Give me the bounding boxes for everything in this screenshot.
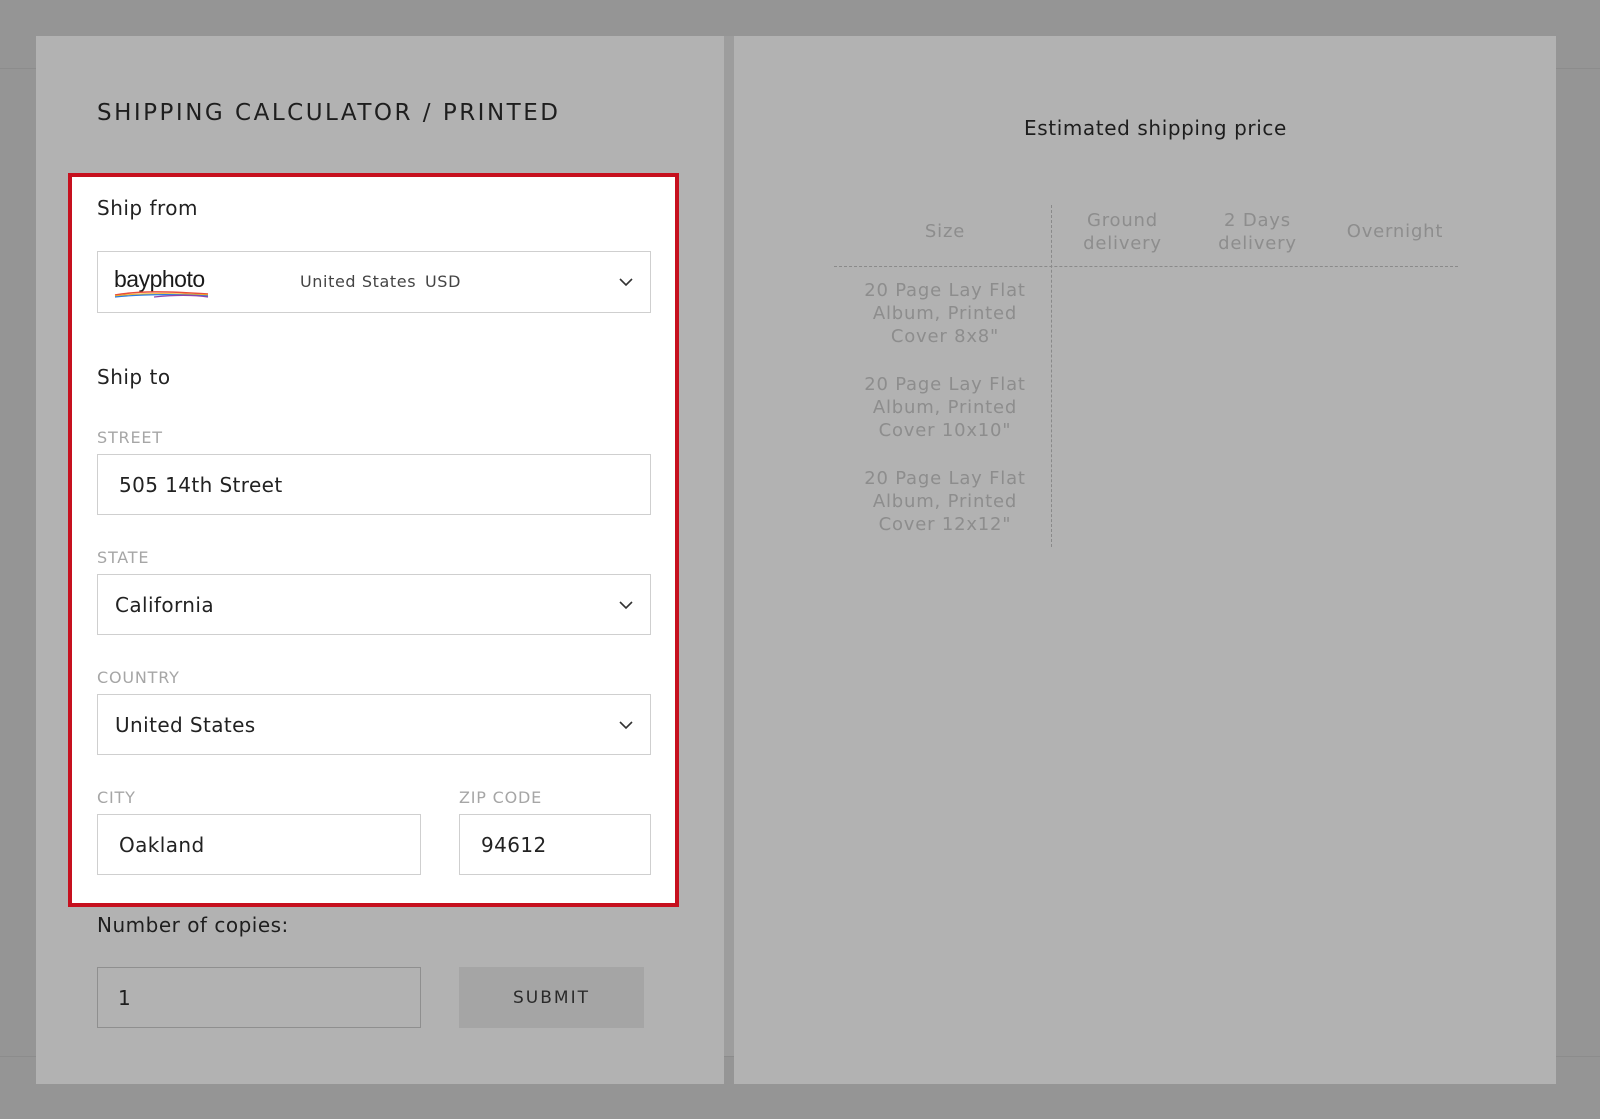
table-header-divider bbox=[834, 266, 1458, 267]
country-label: COUNTRY bbox=[97, 668, 180, 687]
country-select[interactable]: United States bbox=[97, 694, 651, 755]
zip-code-value: 94612 bbox=[481, 832, 547, 857]
state-value: California bbox=[115, 592, 214, 617]
modal-title: SHIPPING CALCULATOR / PRINTED bbox=[97, 100, 561, 126]
ship-from-label: Ship from bbox=[97, 196, 199, 220]
ship-from-select[interactable]: bayphoto United States USD bbox=[97, 251, 651, 313]
estimate-panel bbox=[734, 36, 1556, 1084]
column-header-ground: Ground delivery bbox=[1083, 210, 1162, 254]
street-input[interactable]: 505 14th Street bbox=[97, 454, 651, 515]
ship-from-currency: USD bbox=[425, 272, 461, 291]
logo-wordmark: bayphoto bbox=[114, 266, 205, 292]
copies-value: 1 bbox=[118, 985, 131, 1010]
submit-button[interactable]: SUBMIT bbox=[459, 967, 644, 1028]
column-header-overnight: Overnight bbox=[1346, 221, 1444, 242]
street-label: STREET bbox=[97, 428, 163, 447]
estimate-title: Estimated shipping price bbox=[1024, 116, 1287, 140]
copies-label: Number of copies: bbox=[97, 913, 289, 937]
column-header-2days: 2 Days delivery bbox=[1218, 210, 1297, 254]
country-value: United States bbox=[115, 712, 256, 737]
zip-code-label: ZIP CODE bbox=[459, 788, 543, 807]
city-input[interactable]: Oakland bbox=[97, 814, 421, 875]
table-row-size: 20 Page Lay Flat Album, Printed Cover 12… bbox=[864, 468, 1026, 535]
ship-from-country: United States bbox=[300, 272, 417, 291]
zip-code-input[interactable]: 94612 bbox=[459, 814, 651, 875]
street-value: 505 14th Street bbox=[119, 472, 283, 497]
copies-input[interactable]: 1 bbox=[97, 967, 421, 1028]
panel-divider bbox=[724, 36, 734, 1056]
logo-swoosh-icon bbox=[114, 291, 209, 298]
ship-to-label: Ship to bbox=[97, 365, 171, 389]
table-row-size: 20 Page Lay Flat Album, Printed Cover 8x… bbox=[864, 280, 1026, 347]
bayphoto-logo: bayphoto bbox=[114, 266, 214, 300]
state-label: STATE bbox=[97, 548, 150, 567]
table-row-size: 20 Page Lay Flat Album, Printed Cover 10… bbox=[864, 374, 1026, 441]
city-value: Oakland bbox=[119, 832, 205, 857]
chevron-down-icon bbox=[618, 597, 634, 613]
state-select[interactable]: California bbox=[97, 574, 651, 635]
chevron-down-icon bbox=[618, 717, 634, 733]
chevron-down-icon bbox=[618, 274, 634, 290]
table-column-divider bbox=[1051, 205, 1052, 547]
city-label: CITY bbox=[97, 788, 136, 807]
column-header-size: Size bbox=[924, 221, 966, 242]
